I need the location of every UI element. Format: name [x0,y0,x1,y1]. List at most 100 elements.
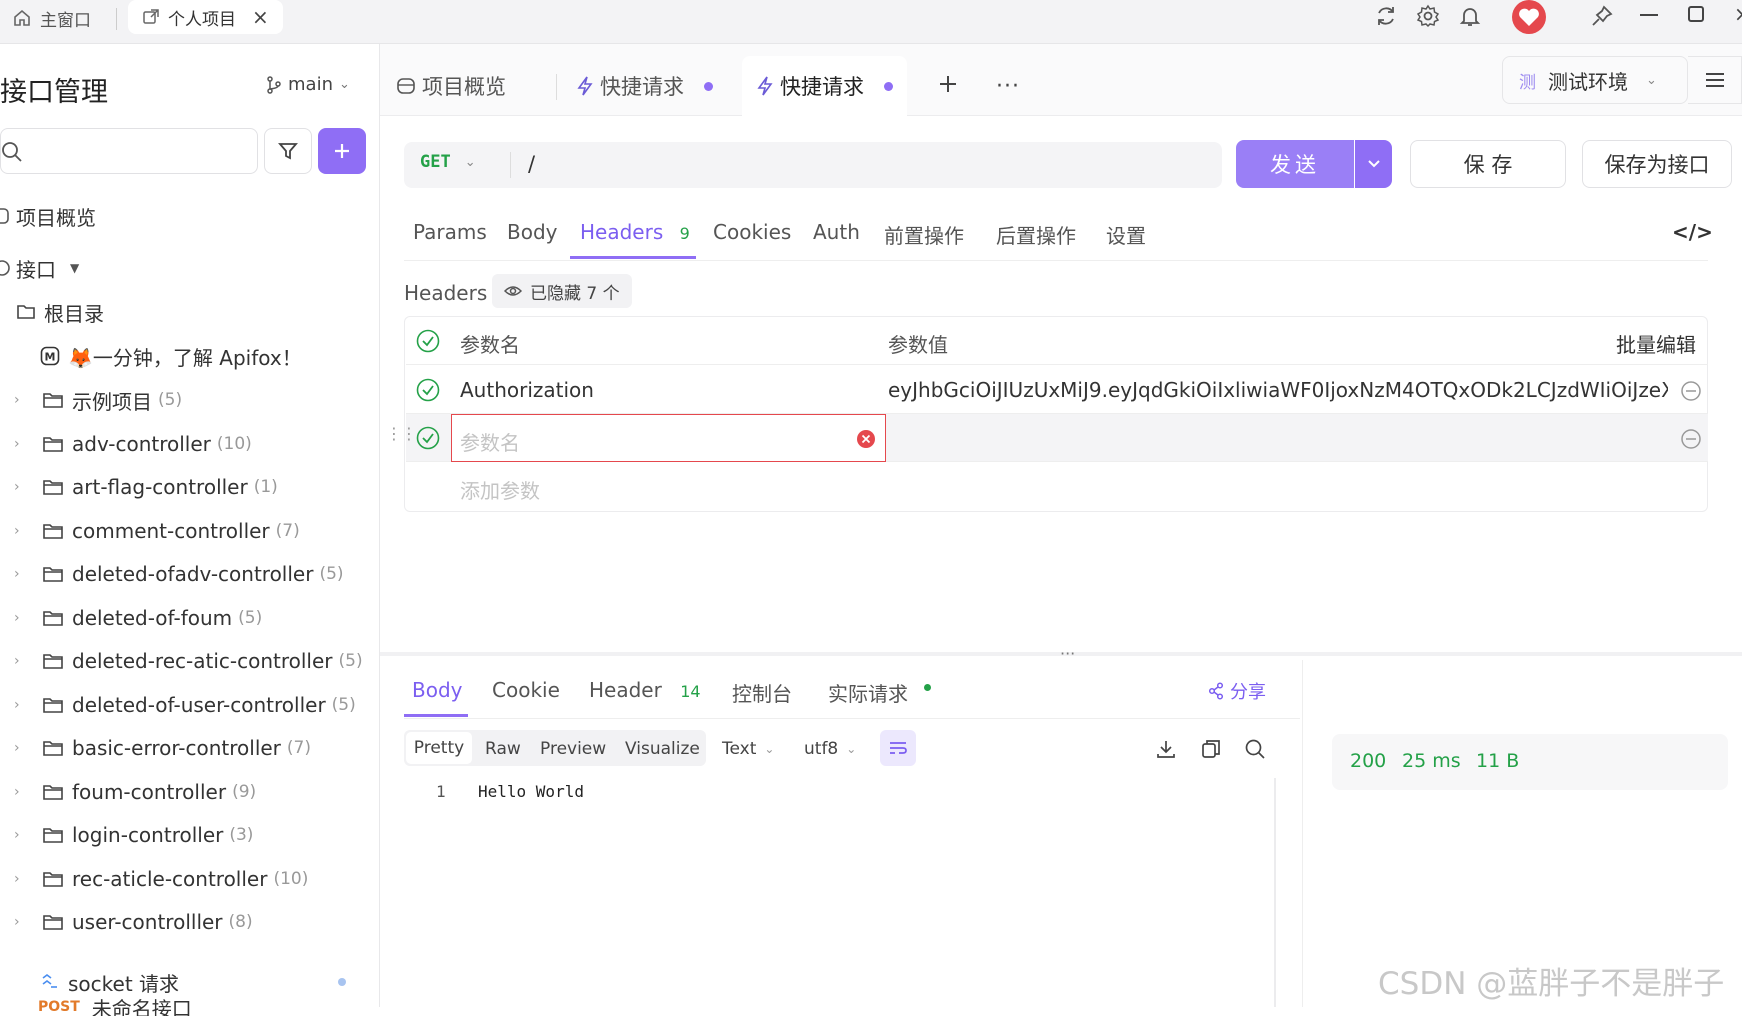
tree-folder[interactable]: › comment-controller (7) [0,513,370,549]
close-icon[interactable]: × [252,5,269,29]
tab-settings[interactable]: 设置 [1106,220,1146,249]
tab-pre-processors[interactable]: 前置操作 [884,220,964,249]
bulk-edit-link[interactable]: 批量编辑 [1616,329,1696,358]
splitter-handle-icon[interactable]: ··· [1060,644,1075,663]
resp-tab-header[interactable]: Header 14 [589,678,701,702]
tree-folder[interactable]: › foum-controller (9) [0,774,370,810]
resp-tab-actual-request[interactable]: 实际请求 [828,678,931,707]
check-all-icon[interactable] [416,329,440,353]
tab-quick-request-2[interactable]: 快捷请求 [742,56,907,116]
copy-icon[interactable] [1200,738,1222,760]
content-type-select[interactable]: Text ⌄ [722,732,774,766]
tree-folder[interactable]: › 示例项目 (5) [0,382,370,418]
tree-root[interactable]: 根目录 [0,294,370,330]
tree-folder[interactable]: › art-flag-controller (1) [0,469,370,505]
send-button[interactable]: 发送 [1236,140,1354,188]
filter-icon [277,140,299,162]
folder-icon [42,696,64,714]
add-button[interactable] [318,128,366,174]
branch-selector[interactable]: main ⌄ [266,74,350,95]
pin-icon[interactable] [1590,4,1614,28]
download-icon[interactable] [1155,738,1177,760]
remove-row-icon[interactable] [1680,380,1702,402]
tree-folder[interactable]: › deleted-of-user-controller (5) [0,687,370,723]
tree-folder[interactable]: › user-controlller (8) [0,904,370,940]
format-pretty[interactable]: Pretty [406,732,472,764]
minimize-icon[interactable] [1640,14,1658,16]
wrap-lines-button[interactable] [880,730,916,766]
search-icon[interactable] [1244,738,1266,760]
add-param-link[interactable]: 添加参数 [460,475,540,504]
tab-label: 快捷请求 [600,75,684,99]
format-visualize[interactable]: Visualize [625,732,700,766]
param-name-cell[interactable]: Authorization [460,378,594,402]
external-link-icon [142,8,160,26]
tab-cookies[interactable]: Cookies [713,220,791,244]
tab-body[interactable]: Body [507,220,558,244]
chevron-right-icon: › [14,740,20,756]
sidebar-item-api[interactable]: 接口 ▼ [0,250,370,286]
method-select[interactable]: GET ⌄ [420,152,476,172]
clear-error-icon[interactable] [856,429,876,449]
tab-post-processors[interactable]: 后置操作 [996,220,1076,249]
drag-handle-icon[interactable]: ⋮⋮ [386,426,417,442]
resp-tab-cookie[interactable]: Cookie [492,678,560,702]
tree-folder[interactable]: › adv-controller (10) [0,426,370,462]
menu-button[interactable] [1688,56,1742,104]
overview-tab-icon [396,76,416,96]
settings-icon[interactable] [1416,4,1440,28]
code-icon[interactable]: </> [1672,220,1713,244]
param-value-cell[interactable]: eyJhbGciOiJIUzUxMiJ9.eyJqdGkiOiIxliwiaWF… [888,378,1668,402]
window-close-icon[interactable]: × [1734,2,1742,26]
tab-quick-request-1[interactable]: 快捷请求 [576,58,713,114]
share-icon [1208,682,1224,700]
sidebar-item-overview[interactable]: 项目概览 [0,198,370,234]
row-enabled-checkbox[interactable] [416,378,440,402]
tree-folder[interactable]: › deleted-rec-atic-controller (5) [0,643,370,679]
tab-headers[interactable]: Headers 9 [580,220,690,244]
tab-params[interactable]: Params [413,220,487,244]
tree-folder[interactable]: › login-controller (3) [0,817,370,853]
tree-folder[interactable]: › deleted-of-foum (5) [0,600,370,636]
tree-socket-item[interactable]: socket 请求 [0,964,370,1000]
resp-tab-console[interactable]: 控制台 [732,678,792,707]
filter-button[interactable] [264,128,312,174]
bell-icon[interactable] [1458,4,1482,28]
folder-icon [42,870,64,888]
tab-overview[interactable]: 项目概览 [396,58,506,114]
row-enabled-checkbox[interactable] [416,426,440,450]
tree-post-item[interactable]: POST 未命名接口 [0,998,370,1016]
format-preview[interactable]: Preview [540,732,606,766]
folder-icon [42,652,64,670]
send-options-button[interactable] [1355,140,1392,188]
project-tab[interactable]: 个人项目 × [128,0,283,34]
more-icon[interactable]: ··· [996,74,1020,99]
home-tab[interactable]: 主窗口 [12,0,91,36]
search-input[interactable] [0,128,258,174]
encoding-select[interactable]: utf8 ⌄ [804,732,856,766]
format-raw[interactable]: Raw [485,732,521,766]
param-name-input[interactable]: 参数名 [451,414,886,462]
tree-intro-item[interactable]: M 🦊一分钟，了解 Apifox！ [0,338,370,374]
url-input[interactable]: / [528,152,535,176]
response-body-viewer[interactable]: 1 Hello World [404,778,1276,1007]
tab-auth[interactable]: Auth [813,220,860,244]
avatar[interactable] [1510,0,1548,34]
hidden-headers-toggle[interactable]: 已隐藏 7 个 [492,274,632,308]
save-button[interactable]: 保 存 [1410,140,1566,188]
maximize-icon[interactable] [1688,6,1704,22]
refresh-icon[interactable] [1374,4,1398,28]
remove-row-icon[interactable] [1680,428,1702,450]
new-tab-button[interactable] [936,72,960,96]
chevron-right-icon: › [14,522,20,539]
save-as-api-button[interactable]: 保存为接口 [1582,140,1732,188]
folder-count: (10) [216,433,252,454]
env-name: 测试环境 [1548,69,1628,94]
tree-folder[interactable]: › basic-error-controller (7) [0,730,370,766]
tree-folder[interactable]: › rec-aticle-controller (10) [0,861,370,897]
search-icon [1,141,23,163]
environment-selector[interactable]: 测 测试环境 ⌄ [1502,56,1688,104]
tree-folder[interactable]: › deleted-ofadv-controller (5) [0,556,370,592]
resp-tab-body[interactable]: Body [412,678,463,702]
share-button[interactable]: 分享 [1208,678,1266,704]
